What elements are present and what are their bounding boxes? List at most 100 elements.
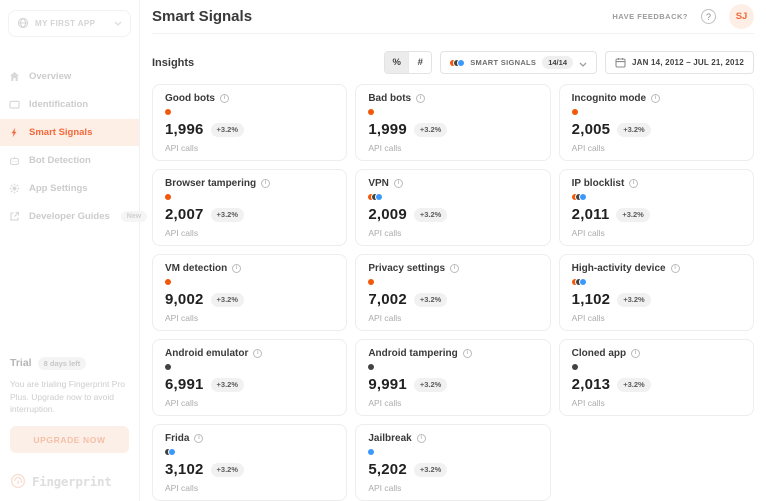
info-icon[interactable]: i (631, 349, 640, 358)
info-icon[interactable]: i (629, 179, 638, 188)
signal-card-privacy-settings[interactable]: Privacy settingsi7,002+3.2%API calls (355, 254, 550, 331)
signal-card-good-bots[interactable]: Good botsi1,996+3.2%API calls (152, 84, 347, 161)
android-platform-dot-icon (368, 364, 374, 370)
signal-card-android-tampering[interactable]: Android tamperingi9,991+3.2%API calls (355, 339, 550, 416)
fingerprint-logo: Fingerprint (10, 473, 129, 489)
count-toggle-button[interactable]: # (408, 52, 431, 73)
percent-toggle-button[interactable]: % (385, 52, 408, 73)
info-icon[interactable]: i (194, 434, 203, 443)
info-icon[interactable]: i (417, 434, 426, 443)
sidebar-item-label: App Settings (29, 183, 88, 194)
metric-value: 2,005 (572, 121, 611, 138)
metric-unit-label: API calls (368, 313, 537, 323)
change-badge: +3.2% (211, 293, 244, 307)
change-badge: +3.2% (414, 123, 447, 137)
metric-unit-label: API calls (572, 313, 741, 323)
app-selector-dropdown[interactable]: MY FIRST APP (8, 10, 131, 37)
info-icon[interactable]: i (450, 264, 459, 273)
sidebar: MY FIRST APP Overview IdentificationSmart… (0, 0, 140, 501)
web-platform-dot-icon (368, 109, 374, 115)
date-range-label: JAN 14, 2012 – JUL 21, 2012 (632, 58, 744, 67)
sidebar-item-identification[interactable]: Identification (0, 91, 139, 118)
metric-value: 2,007 (165, 206, 204, 223)
gear-icon (9, 183, 20, 194)
metric-unit-label: API calls (165, 228, 334, 238)
card-platform-dots (368, 279, 537, 285)
signal-platform-dots (450, 60, 464, 66)
signal-card-frida[interactable]: Fridai3,102+3.2%API calls (152, 424, 347, 501)
metric-value: 2,013 (572, 376, 611, 393)
web-platform-dot-icon (165, 194, 171, 200)
metric-unit-label: API calls (572, 398, 741, 408)
help-icon[interactable]: ? (701, 9, 716, 24)
card-title: Android emulator (165, 348, 248, 359)
web-platform-dot-icon (572, 109, 578, 115)
sidebar-item-developer-guides[interactable]: Developer GuidesNew (0, 203, 139, 230)
info-icon[interactable]: i (220, 94, 229, 103)
signal-card-vm-detection[interactable]: VM detectioni9,002+3.2%API calls (152, 254, 347, 331)
metric-unit-label: API calls (572, 143, 741, 153)
sidebar-item-label: Overview (29, 71, 71, 82)
metric-unit-label: API calls (368, 228, 537, 238)
signal-card-browser-tampering[interactable]: Browser tamperingi2,007+3.2%API calls (152, 169, 347, 246)
sidebar-item-smart-signals[interactable]: Smart Signals (0, 119, 139, 146)
change-badge: +3.2% (617, 123, 650, 137)
card-platform-dots (165, 194, 334, 200)
info-icon[interactable]: i (232, 264, 241, 273)
signal-card-bad-bots[interactable]: Bad botsi1,999+3.2%API calls (355, 84, 550, 161)
signal-card-vpn[interactable]: VPNi2,009+3.2%API calls (355, 169, 550, 246)
card-platform-dots (572, 364, 741, 370)
card-title: VPN (368, 178, 389, 189)
change-badge: +3.2% (414, 463, 447, 477)
signal-card-incognito-mode[interactable]: Incognito modei2,005+3.2%API calls (559, 84, 754, 161)
info-icon[interactable]: i (671, 264, 680, 273)
smart-signals-filter-dropdown[interactable]: SMART SIGNALS 14/14 (440, 51, 597, 74)
home-icon (9, 71, 20, 82)
metric-unit-label: API calls (368, 143, 537, 153)
card-title: IP blocklist (572, 178, 625, 189)
upgrade-now-button[interactable]: UPGRADE NOW (10, 426, 129, 453)
card-platform-dots (572, 109, 741, 115)
signal-card-cloned-app[interactable]: Cloned appi2,013+3.2%API calls (559, 339, 754, 416)
user-avatar[interactable]: SJ (729, 4, 754, 29)
info-icon[interactable]: i (651, 94, 660, 103)
signal-card-android-emulator[interactable]: Android emulatori6,991+3.2%API calls (152, 339, 347, 416)
insights-card-grid: Good botsi1,996+3.2%API callsBad botsi1,… (152, 84, 754, 501)
android-platform-dot-icon (165, 364, 171, 370)
metric-value: 2,009 (368, 206, 407, 223)
web-platform-dot-icon (165, 279, 171, 285)
signal-card-ip-blocklist[interactable]: IP blocklisti2,011+3.2%API calls (559, 169, 754, 246)
info-icon[interactable]: i (261, 179, 270, 188)
identification-icon (9, 99, 20, 110)
trial-days-badge: 8 days left (38, 357, 87, 370)
external-link-icon (9, 211, 20, 222)
metric-unit-label: API calls (368, 398, 537, 408)
signals-dropdown-label: SMART SIGNALS (470, 58, 536, 67)
have-feedback-link[interactable]: HAVE FEEDBACK? (612, 12, 688, 21)
info-icon[interactable]: i (416, 94, 425, 103)
sidebar-item-overview[interactable]: Overview (0, 63, 139, 90)
card-platform-dots (368, 194, 537, 200)
signal-card-high-activity-device[interactable]: High-activity devicei1,102+3.2%API calls (559, 254, 754, 331)
signal-card-jailbreak[interactable]: Jailbreaki5,202+3.2%API calls (355, 424, 550, 501)
web-platform-dot-icon (165, 109, 171, 115)
metric-value: 1,996 (165, 121, 204, 138)
change-badge: +3.2% (211, 123, 244, 137)
info-icon[interactable]: i (253, 349, 262, 358)
metric-value: 3,102 (165, 461, 204, 478)
card-platform-dots (572, 279, 741, 285)
signals-count-badge: 14/14 (542, 56, 573, 69)
card-title: Good bots (165, 93, 215, 104)
info-icon[interactable]: i (394, 179, 403, 188)
date-range-picker[interactable]: JAN 14, 2012 – JUL 21, 2012 (605, 51, 754, 74)
card-platform-dots (368, 364, 537, 370)
info-icon[interactable]: i (463, 349, 472, 358)
sidebar-item-app-settings[interactable]: App Settings (0, 175, 139, 202)
fingerprint-logo-text: Fingerprint (32, 474, 111, 489)
metric-unit-label: API calls (572, 228, 741, 238)
metric-unit-label: API calls (368, 483, 537, 493)
sidebar-item-bot-detection[interactable]: Bot Detection (0, 147, 139, 174)
card-title: Bad bots (368, 93, 411, 104)
card-platform-dots (368, 449, 537, 455)
page-title: Smart Signals (152, 8, 252, 25)
